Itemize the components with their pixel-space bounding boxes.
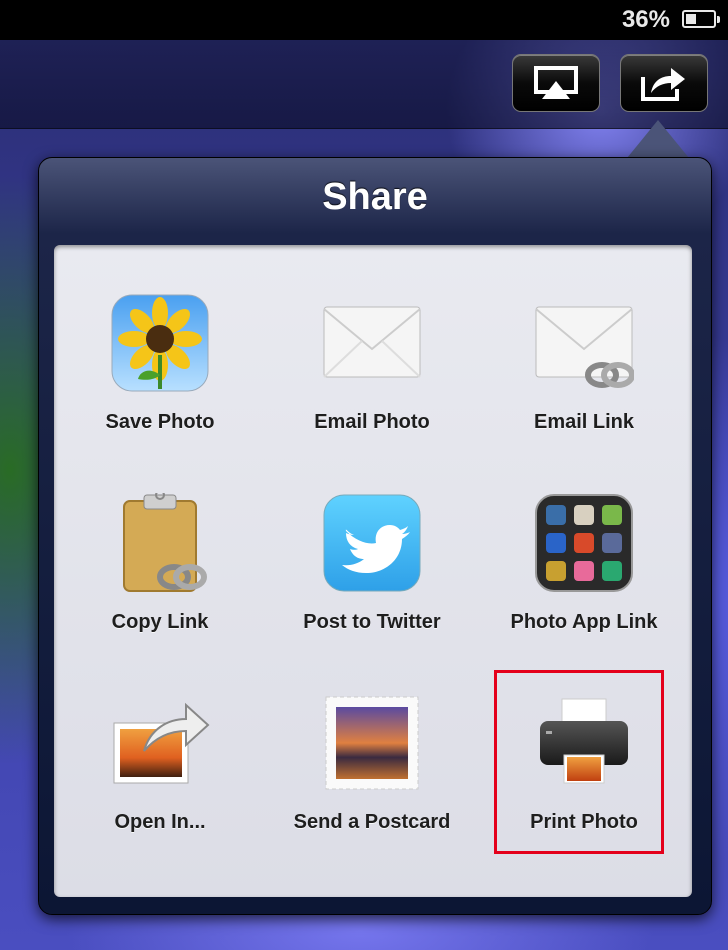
share-button[interactable] — [620, 54, 708, 112]
sunflower-photos-icon — [110, 293, 210, 393]
copy-link-button[interactable]: Copy Link — [54, 490, 266, 693]
selection-highlight — [494, 670, 664, 854]
share-arrow-icon — [641, 68, 685, 101]
status-bar: 36% ⚡ — [0, 0, 728, 40]
save-photo-label: Save Photo — [105, 411, 215, 433]
send-a-postcard-label: Send a Postcard — [293, 811, 451, 833]
open-in-arrow-icon — [110, 693, 210, 793]
airplay-icon — [534, 66, 578, 99]
post-to-twitter-button[interactable]: Post to Twitter — [266, 493, 478, 693]
twitter-bird-icon — [322, 493, 422, 593]
email-photo-label: Email Photo — [314, 411, 430, 433]
envelope-link-icon — [534, 293, 635, 393]
copy-link-label: Copy Link — [111, 611, 209, 633]
email-photo-button[interactable]: Email Photo — [266, 293, 478, 493]
airplay-button[interactable] — [512, 54, 600, 112]
clipboard-link-icon — [110, 490, 210, 593]
popover-arrow — [627, 120, 689, 158]
envelope-icon — [322, 293, 422, 393]
photo-toolbar — [0, 40, 728, 129]
open-in-button[interactable]: Open In... — [54, 693, 266, 893]
save-photo-button[interactable]: Save Photo — [54, 293, 266, 493]
send-a-postcard-button[interactable]: Send a Postcard — [266, 693, 478, 893]
photo-app-link-button[interactable]: Photo App Link — [478, 493, 690, 693]
email-link-label: Email Link — [533, 411, 635, 433]
app-folder-icon — [534, 493, 634, 593]
postcard-stamp-icon — [322, 693, 422, 793]
popover-title: Share — [322, 176, 428, 218]
battery-charging-icon: ⚡ — [682, 10, 720, 28]
open-in-label: Open In... — [114, 811, 206, 833]
post-to-twitter-label: Post to Twitter — [303, 611, 441, 633]
email-link-button[interactable]: Email Link — [478, 293, 690, 493]
battery-percentage: 36% — [621, 6, 670, 33]
photo-app-link-label: Photo App Link — [510, 611, 658, 633]
